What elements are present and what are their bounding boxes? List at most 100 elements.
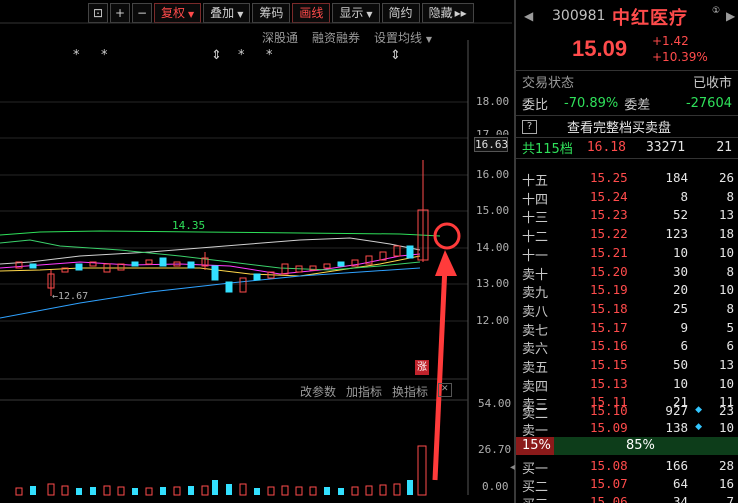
ask-row[interactable]: 卖四 15.13 10 10 [522,376,734,395]
total-levels-label: 共115档 [522,142,573,157]
level-price: 15.16 [590,338,628,354]
kline-chart-area[interactable]: ⊡ + − 复权 ▼ 叠加 ▼ 筹码 画线 显示 ▼ 简约 隐藏 ▸▸ 深股通 融资融券… [0,0,512,503]
level-volume: 34 [672,494,688,503]
level-label: 买一 [522,462,549,477]
limit-up-badge[interactable]: 涨 [415,360,429,375]
level-price: 15.09 [590,420,628,435]
ask-row[interactable]: 十三 15.23 52 13 [522,207,734,226]
ask-row[interactable]: 卖九 15.19 20 10 [522,282,734,301]
info-icon[interactable]: ① [710,6,722,18]
price-axis-tick: 16.00 [476,168,510,181]
ask-row[interactable]: 卖十 15.20 30 8 [522,264,734,283]
close-icon[interactable]: ✕ [438,383,452,397]
bid-row[interactable]: 买三 15.06 34 7 [522,494,734,503]
ask-row[interactable]: 卖七 15.17 9 5 [522,320,734,339]
weicha-label: 委差 [624,98,651,113]
level-label: 卖五 [522,361,549,376]
level-count: 7 [726,494,734,503]
ask-row[interactable]: 十五 15.25 184 26 [522,170,734,189]
volume-axis-tick: 0.00 [482,480,509,493]
price-axis-tick: 18.00 [476,95,510,108]
trade-status-row: 交易状态 已收市 [522,72,732,91]
level-volume: 184 [665,170,688,185]
prev-stock-icon[interactable]: ◀ [524,9,533,23]
ask-row[interactable]: 卖二 15.10 927 ◆ 23 [522,403,734,422]
kline-svg [0,22,512,496]
level-label: 卖十 [522,267,549,283]
level-count: 8 [726,263,734,279]
level-count: 18 [718,226,734,242]
level-volume: 6 [680,338,688,354]
add-indicator-link[interactable]: 加指标 [346,383,382,400]
divider [516,115,738,116]
level-volume: 9 [680,319,688,335]
total-levels-row: 共115档 16.18 33271 21 [522,138,732,157]
switch-indicator-link[interactable]: 换指标 [392,383,428,400]
level-label: 卖七 [522,323,549,339]
level-volume: 64 [672,476,688,491]
status-label: 交易状态 [522,76,575,91]
level-volume: 123 [665,226,688,242]
level-volume: 166 [665,458,688,473]
level-price: 15.19 [590,282,628,298]
ask-row[interactable]: 卖五 15.15 50 13 [522,357,734,376]
ask-row[interactable]: 卖一 15.09 138 ◆ 10 [522,420,734,439]
bid-row[interactable]: 买二 15.07 64 16 [522,476,734,495]
ask-row[interactable]: 卖八 15.18 25 8 [522,301,734,320]
level-count: 6 [726,338,734,354]
level-volume: 138 [665,420,688,435]
level-volume: 927 [665,403,688,418]
help-icon: ? [522,119,537,134]
price-change: +1.42 [652,34,689,48]
ask-row[interactable]: 卖六 15.16 6 6 [522,338,734,357]
ratio-green: 85% [626,438,655,453]
collapse-arrow-icon[interactable]: ◂ [510,462,515,473]
level-price: 15.18 [590,300,628,316]
level-volume: 8 [680,188,688,204]
bid-row[interactable]: 买一 15.08 166 28 [522,458,734,477]
edit-params-link[interactable]: 改参数 [300,383,336,400]
level-price: 15.23 [590,207,628,223]
level-label: 卖八 [522,304,549,320]
level-volume: 52 [672,207,688,223]
level-count: 26 [718,170,734,185]
indicator-toolbar: 改参数 加指标 换指标 ✕ [300,383,452,400]
ask-row[interactable]: 十四 15.24 8 8 [522,189,734,208]
level-volume: 10 [672,244,688,260]
price-axis-tick: 12.00 [476,314,510,327]
weibi-row: 委比 -70.89% 委差 -27604 [522,94,732,113]
ask-row[interactable]: 十二 15.22 123 18 [522,226,734,245]
volume-axis-tick: 54.00 [478,397,512,410]
level-label: 十五 [522,174,549,189]
level-label: 卖九 [522,286,549,302]
level-price: 15.22 [590,226,628,242]
level-count: 10 [718,244,734,260]
next-stock-icon[interactable]: ▶ [726,9,735,23]
level-count: 8 [726,300,734,316]
level-price: 15.15 [590,357,628,372]
level-count: 8 [726,188,734,204]
level-count: 16 [718,476,734,491]
level-count: 13 [718,357,734,372]
total-volume: 33271 [645,140,686,155]
ma-value-label: 14.35 [172,219,206,232]
view-full-book-link[interactable]: ? 查看完整档买卖盘 [522,117,732,136]
volume-axis-tick: 26.70 [478,443,512,456]
level-price: 15.17 [590,319,628,335]
level-label: 买二 [522,480,549,495]
level-label: 十三 [522,211,549,227]
current-price: 15.09 [572,36,628,61]
diamond-icon: ◆ [695,422,702,432]
level-count: 28 [718,458,734,473]
level-label: 十二 [522,230,549,246]
price-axis-tick: 15.00 [476,204,510,217]
stock-name: 中红医疗 [612,8,688,29]
view-full-book-label: 查看完整档买卖盘 [567,121,672,136]
level-volume: 30 [672,263,688,279]
total-count: 21 [716,140,732,155]
ask-row[interactable]: 十一 15.21 10 10 [522,245,734,264]
weicha-value: -27604 [685,96,732,111]
level-price: 15.20 [590,263,628,279]
price-axis-tick: 13.00 [476,277,510,290]
level-price: 15.25 [590,170,628,185]
